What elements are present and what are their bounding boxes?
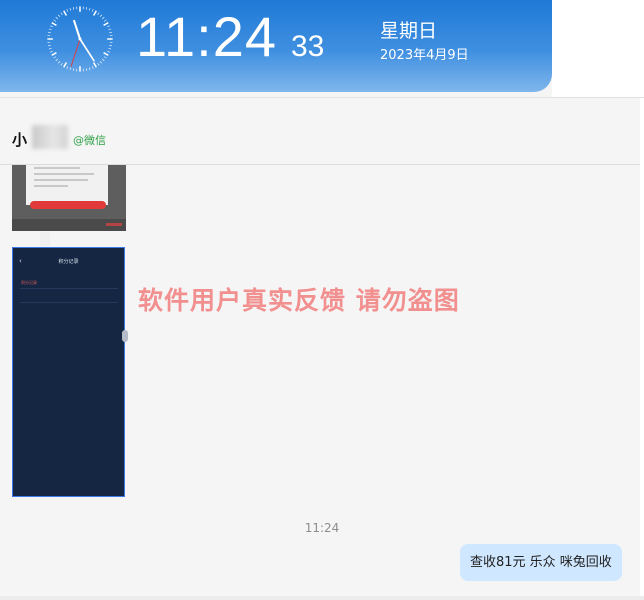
clock-minute-tick — [48, 44, 51, 47]
clock-minute-hand — [79, 38, 95, 62]
clock-minute-tick — [60, 63, 63, 66]
clock-minute-tick — [109, 31, 112, 34]
clock-minute-tick — [99, 14, 103, 17]
phone-status-bar — [18, 251, 121, 257]
image-pager-dot — [122, 330, 128, 342]
clock-minute-tick — [88, 7, 91, 11]
clock-minute-tick — [55, 58, 58, 62]
clock-minute-tick — [53, 56, 56, 59]
clock-minute-tick — [60, 12, 63, 15]
clock-minute-tick — [48, 28, 52, 31]
clock-minute-tick — [55, 16, 58, 20]
clock-minute-tick — [108, 47, 112, 50]
date: 2023年4月9日 — [380, 48, 469, 63]
clock-minute-tick — [48, 47, 52, 50]
clock-minute-tick — [57, 14, 61, 17]
clock-minute-tick — [107, 50, 110, 53]
analog-clock — [47, 6, 113, 72]
clock-minute-tick — [50, 25, 53, 28]
chat-header: 小 @微信 — [0, 98, 640, 165]
clock-minute-tick — [97, 12, 100, 15]
clock-minute-tick — [99, 61, 103, 64]
clock-banner: 11:24 33 星期日 2023年4月9日 — [0, 0, 552, 92]
clock-hour-hand — [73, 19, 82, 41]
message-timestamp: 11:24 — [304, 521, 340, 535]
contact-source-tag: @微信 — [73, 134, 106, 147]
clock-second-hand — [70, 38, 81, 67]
red-action-button — [30, 201, 106, 209]
clock-minute-tick — [66, 66, 69, 69]
clock-minute-tick — [85, 7, 88, 10]
clock-minute-tick — [50, 50, 53, 53]
clock-minute-tick — [97, 63, 100, 66]
clock-minute-tick — [91, 9, 94, 12]
clock-minute-tick — [57, 61, 61, 64]
name-blur-mask — [32, 125, 68, 149]
clock-minute-tick — [66, 9, 69, 12]
clock-minute-tick — [102, 58, 105, 62]
image-attachment-1[interactable] — [12, 165, 126, 231]
window-corner — [552, 0, 644, 98]
clock-minute-tick — [72, 7, 75, 10]
clock-hour-tick — [92, 62, 97, 68]
dialog-card — [26, 165, 108, 205]
clock-minute-tick — [91, 66, 94, 69]
clock-hour-tick — [92, 10, 97, 16]
clock-minute-tick — [48, 31, 51, 34]
contact-name[interactable]: 小 — [12, 129, 27, 150]
clock-hour-tick — [103, 51, 109, 56]
clock-minute-tick — [108, 28, 112, 31]
image-attachment-2[interactable]: ‹ 积分记录 积分记录 — [12, 247, 125, 497]
clock-minute-tick — [104, 19, 107, 22]
clock-minute-tick — [88, 67, 91, 71]
clock-minute-tick — [85, 68, 88, 71]
watermark: 软件用户真实反馈 请勿盗图 — [138, 286, 460, 315]
weekday: 星期日 — [380, 20, 438, 42]
section-label: 积分记录 — [21, 280, 37, 285]
footer-bar — [12, 219, 126, 231]
screen-title: 积分记录 — [58, 259, 79, 265]
clock-minute-tick — [109, 44, 112, 47]
clock-minute-tick — [102, 16, 105, 20]
clock-hour-tick — [63, 62, 68, 68]
clock-minute-tick — [104, 56, 107, 59]
clock-minute-tick — [107, 25, 110, 28]
clock-minute-tick — [72, 68, 75, 71]
message-bubble[interactable]: 查收81元 乐众 咪兔回收 — [460, 544, 622, 581]
clock-hour-tick — [51, 51, 57, 56]
clock-hour-tick — [63, 10, 68, 16]
clock-hour-tick — [103, 22, 109, 27]
bottom-bar — [0, 596, 644, 600]
clock-hour-tick — [51, 22, 57, 27]
clock-minute-tick — [69, 67, 72, 71]
clock-minute-tick — [53, 19, 56, 22]
digital-seconds: 33 — [291, 30, 325, 63]
digital-time: 11:24 — [136, 5, 277, 68]
clock-minute-tick — [69, 7, 72, 11]
image-gap — [40, 232, 50, 246]
